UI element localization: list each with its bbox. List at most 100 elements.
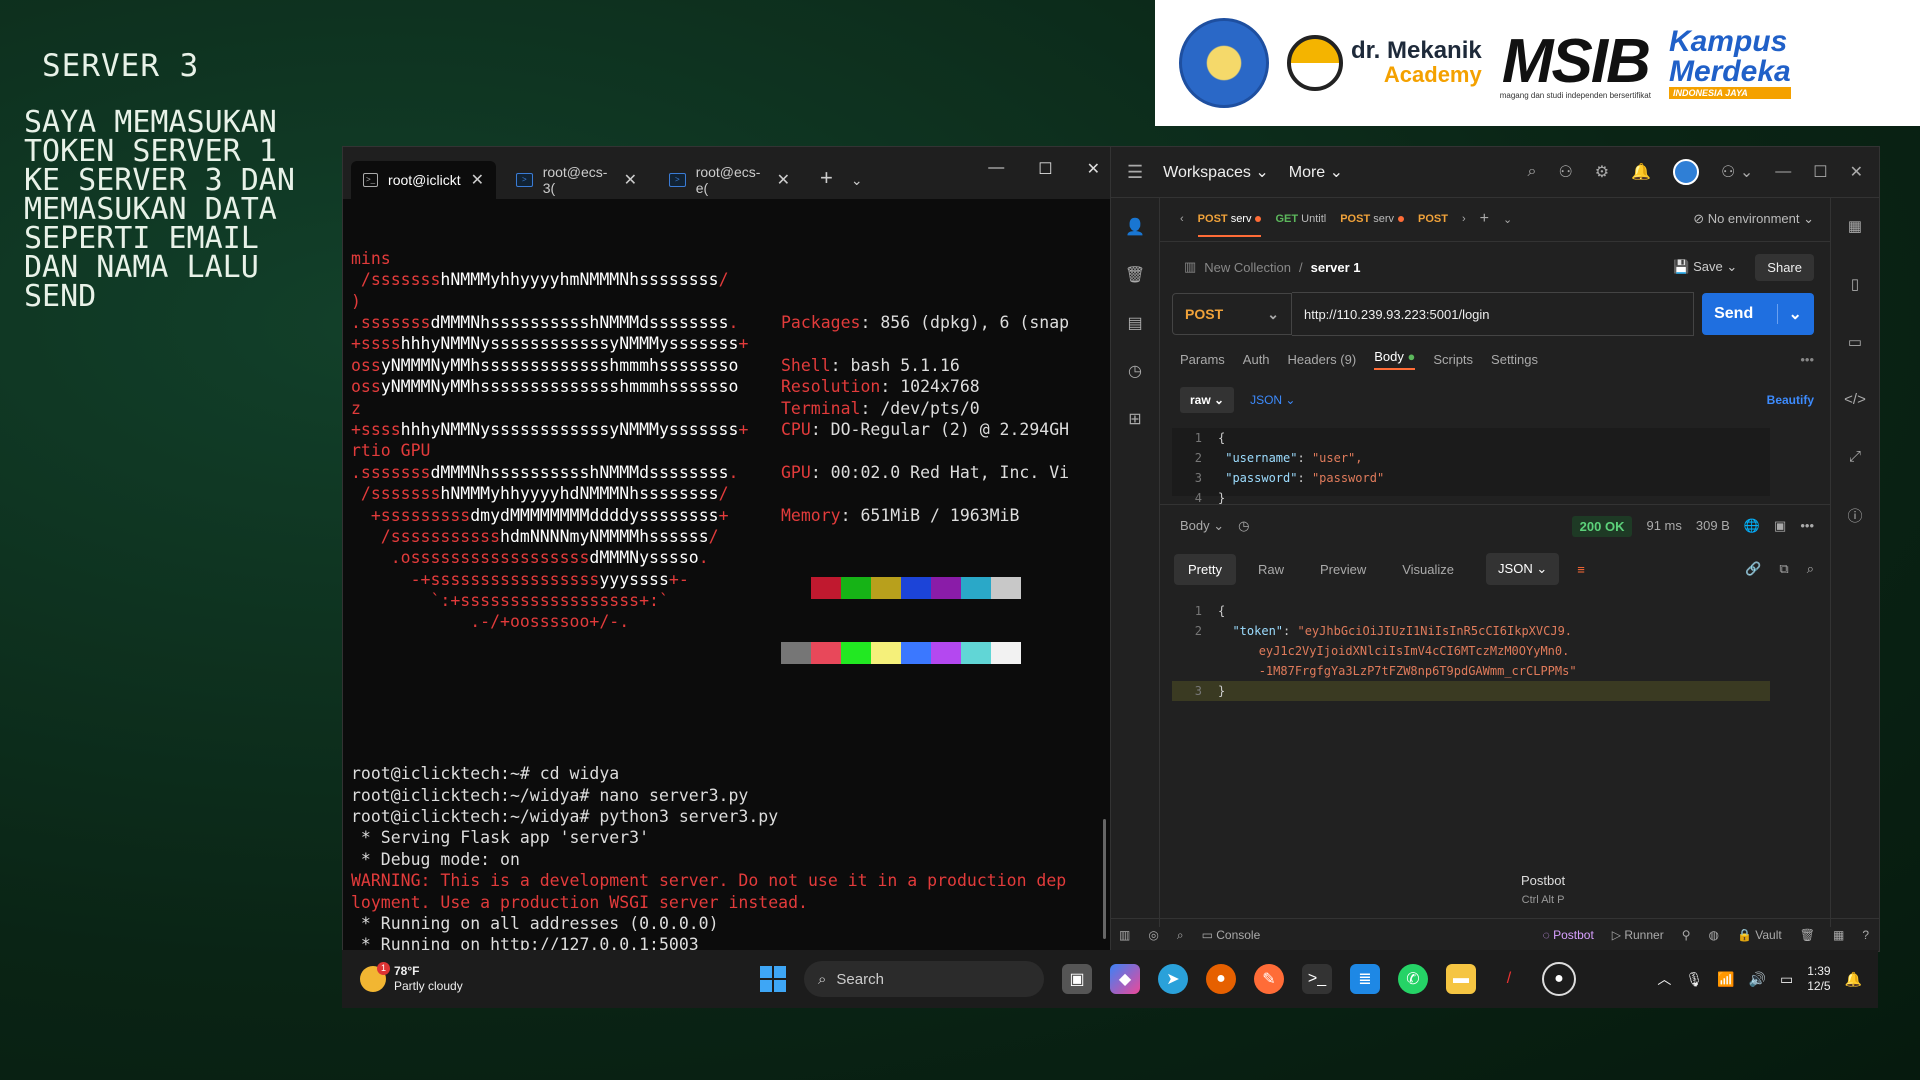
terminal-output[interactable]: mins /ssssssshNMMMyhhyyyyhmNMMMNhsssssss…	[343, 199, 1110, 951]
postbot-hint[interactable]: Postbot Ctrl Alt P	[1521, 873, 1565, 906]
tab-scripts[interactable]: Scripts	[1433, 352, 1473, 367]
request-body-editor[interactable]: 1{2 "username": "user", 3 "password": "pa…	[1172, 428, 1770, 505]
layout-icon[interactable]: ▦	[1833, 928, 1844, 942]
tab-auth[interactable]: Auth	[1243, 352, 1270, 367]
pen-icon[interactable]: /	[1494, 964, 1524, 994]
trash-icon[interactable]: 🗑	[1125, 265, 1145, 285]
account-icon[interactable]: ⚇ ⌄	[1721, 162, 1753, 182]
tab-body[interactable]: Body ●	[1374, 349, 1416, 370]
more-menu[interactable]: More ⌄	[1289, 162, 1343, 182]
maximize-icon[interactable]: ☐	[1038, 159, 1052, 179]
code-icon[interactable]: </>	[1844, 391, 1866, 408]
trash-icon[interactable]: 🗑	[1800, 928, 1815, 942]
history-icon[interactable]: ◷	[1238, 518, 1249, 534]
copilot-icon[interactable]: ◆	[1110, 964, 1140, 994]
info-icon[interactable]: ⓘ	[1847, 505, 1862, 526]
chevron-right-icon[interactable]: ›	[1462, 213, 1466, 225]
vault-button[interactable]: 🔒 Vault	[1737, 928, 1782, 942]
minimize-icon[interactable]: —	[1775, 163, 1791, 181]
save-response-icon[interactable]: ▣	[1774, 518, 1786, 534]
wrap-icon[interactable]: ≡	[1577, 562, 1585, 577]
request-tab[interactable]: POST	[1418, 213, 1448, 225]
history-icon[interactable]: ◷	[1128, 361, 1142, 381]
maximize-icon[interactable]: ☐	[1813, 162, 1827, 182]
firefox-icon[interactable]: ●	[1206, 964, 1236, 994]
search-icon[interactable]: ⌕	[1807, 561, 1814, 577]
settings-icon[interactable]: ⚙	[1595, 162, 1609, 182]
close-tab-icon[interactable]: ✕	[624, 170, 637, 190]
beautify-button[interactable]: Beautify	[1767, 393, 1814, 407]
copy-icon[interactable]: ⧉	[1779, 561, 1788, 577]
terminal-tab[interactable]: > root@ecs-3( ✕	[504, 161, 649, 199]
new-tab-icon[interactable]: +	[820, 165, 833, 191]
user-icon[interactable]: 👤	[1125, 217, 1145, 237]
file-explorer-icon[interactable]: ▬	[1446, 964, 1476, 994]
avatar[interactable]	[1673, 159, 1700, 185]
tab-headers[interactable]: Headers (9)	[1288, 352, 1357, 367]
tab-pretty[interactable]: Pretty	[1174, 553, 1236, 585]
task-view-icon[interactable]: ▣	[1062, 964, 1092, 994]
terminal-tab[interactable]: >_ root@iclickt ✕	[351, 161, 496, 199]
cookies-icon[interactable]: •••	[1800, 352, 1814, 367]
link-icon[interactable]: 🔗	[1745, 561, 1761, 577]
more-icon[interactable]: •••	[1800, 518, 1814, 534]
trash-icon[interactable]: ◍	[1709, 928, 1719, 942]
invite-icon[interactable]: ⚇	[1558, 162, 1572, 182]
postman-window[interactable]: ☰ Workspaces ⌄ More ⌄ ⌕ ⚇ ⚙ 🔔 ⚇ ⌄ — ☐ ✕ …	[1110, 146, 1880, 952]
cookies-icon[interactable]: ⚲	[1682, 928, 1691, 942]
start-button[interactable]	[760, 966, 786, 992]
minimize-icon[interactable]: —	[988, 159, 1004, 179]
telegram-icon[interactable]: ➤	[1158, 964, 1188, 994]
globe-icon[interactable]: 🌐	[1744, 518, 1760, 534]
online-icon[interactable]: ◎	[1148, 928, 1158, 942]
docs-icon[interactable]: ▯	[1851, 275, 1859, 293]
battery-icon[interactable]: ▭	[1780, 971, 1793, 988]
body-mode-select[interactable]: raw ⌄	[1180, 387, 1235, 413]
tab-params[interactable]: Params	[1180, 352, 1225, 367]
bell-icon[interactable]: 🔔	[1631, 162, 1651, 182]
url-input[interactable]: http://110.239.93.223:5001/login	[1292, 292, 1694, 336]
send-button[interactable]: Send ⌄	[1702, 293, 1814, 335]
request-title[interactable]: server 1	[1311, 260, 1361, 275]
terminal-tab[interactable]: > root@ecs-e( ✕	[657, 161, 802, 199]
chevron-up-icon[interactable]: ︿	[1657, 969, 1671, 989]
help-icon[interactable]: ?	[1862, 928, 1869, 942]
comments-icon[interactable]: ▭	[1848, 333, 1862, 351]
volume-icon[interactable]: 🔊	[1749, 971, 1766, 988]
taskbar-search[interactable]: ⌕ Search	[804, 961, 1044, 997]
clock[interactable]: 1:39 12/5	[1807, 964, 1830, 994]
notepad-icon[interactable]: ≣	[1350, 964, 1380, 994]
microphone-icon[interactable]: 🎙	[1685, 971, 1703, 988]
response-body-select[interactable]: Body ⌄	[1180, 518, 1224, 534]
chevron-down-icon[interactable]: ⌄	[1503, 213, 1512, 226]
save-button[interactable]: 💾 Save ⌄	[1673, 259, 1737, 275]
share-button[interactable]: Share	[1755, 253, 1814, 281]
request-tab[interactable]: POST serv	[1197, 213, 1262, 237]
panel-icon[interactable]: ▦	[1848, 217, 1862, 235]
menu-icon[interactable]: ☰	[1127, 162, 1143, 183]
request-tab[interactable]: GET Untitl	[1275, 213, 1326, 225]
tab-visualize[interactable]: Visualize	[1388, 554, 1468, 585]
close-icon[interactable]: ✕	[1850, 162, 1863, 182]
expand-icon[interactable]: ⤢	[1849, 448, 1861, 465]
environment-select[interactable]: ⊘ No environment ⌄	[1693, 211, 1814, 227]
apps-icon[interactable]: ⊞	[1128, 409, 1141, 429]
search-icon[interactable]: ⌕	[1527, 163, 1536, 181]
tab-settings[interactable]: Settings	[1491, 352, 1538, 367]
collections-icon[interactable]: ▤	[1127, 313, 1142, 333]
method-select[interactable]: POST ⌄	[1172, 293, 1292, 335]
notification-icon[interactable]: 🔔	[1845, 971, 1862, 988]
response-format-select[interactable]: JSON ⌄	[1486, 553, 1560, 585]
whatsapp-icon[interactable]: ✆	[1398, 964, 1428, 994]
chevron-down-icon[interactable]: ⌄	[851, 172, 863, 189]
runner-button[interactable]: ▷ Runner	[1612, 928, 1664, 942]
console-button[interactable]: ▭ Console	[1202, 928, 1261, 942]
sidebar-toggle-icon[interactable]: ▥	[1119, 928, 1130, 942]
tab-preview[interactable]: Preview	[1306, 554, 1380, 585]
find-icon[interactable]: ⌕	[1177, 928, 1184, 943]
close-icon[interactable]: ✕	[1087, 159, 1100, 179]
wifi-icon[interactable]: 📶	[1717, 971, 1734, 988]
request-tab[interactable]: POST serv	[1340, 213, 1405, 225]
tab-raw[interactable]: Raw	[1244, 554, 1298, 585]
close-tab-icon[interactable]: ✕	[471, 170, 484, 190]
